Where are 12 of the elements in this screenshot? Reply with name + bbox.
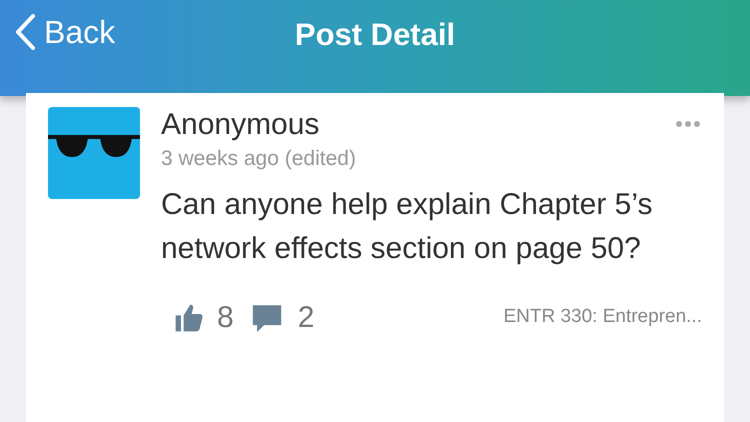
post-time: 3 weeks ago (edited) [161,146,356,172]
avatar-sunglasses-icon [48,107,140,199]
like-count: 8 [217,300,234,336]
post-body: Can anyone help explain Chapter 5’s network effects section on page 50? [161,187,654,267]
more-options-icon[interactable] [676,121,700,127]
author-name: Anonymous [161,107,320,143]
back-button[interactable]: Back [14,8,116,56]
course-label[interactable]: ENTR 330: Entrepren... [503,303,702,332]
comment-count: 2 [298,300,314,336]
page-title: Post Detail [294,16,456,54]
thumbs-up-icon[interactable] [173,302,205,334]
chevron-left-icon [14,14,36,50]
